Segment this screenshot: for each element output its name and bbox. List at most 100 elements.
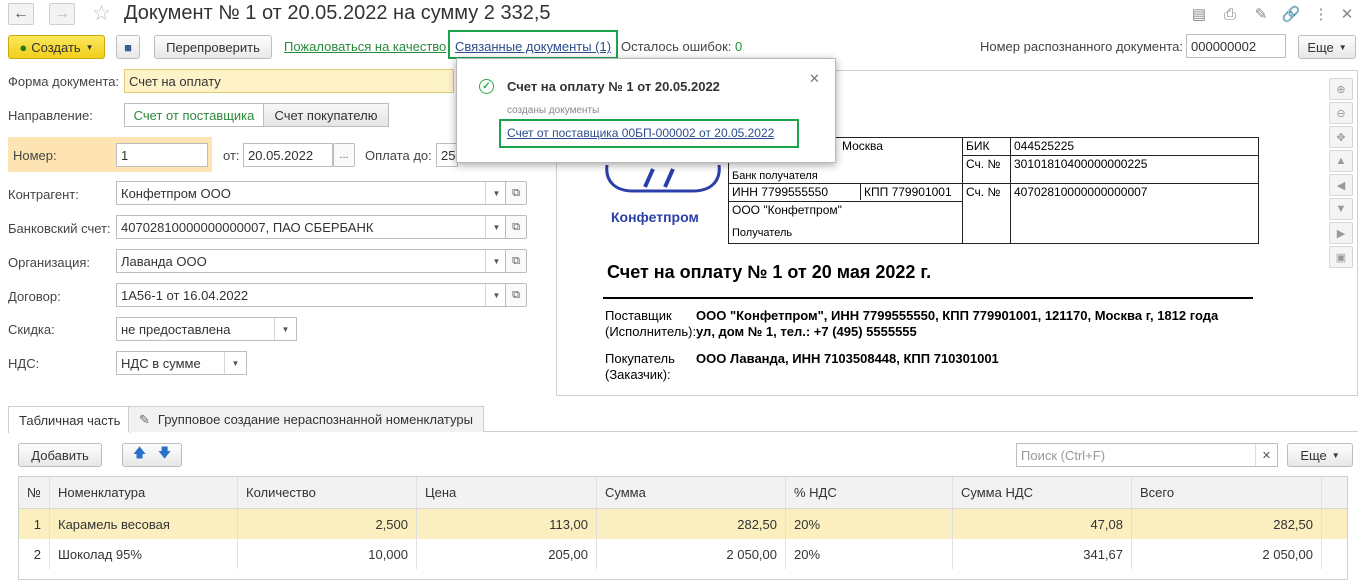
favorite-star-icon[interactable]: ☆ <box>92 1 111 26</box>
plus-icon: ● <box>19 39 28 55</box>
add-button[interactable]: Добавить <box>18 443 102 467</box>
doc-form-field[interactable]: Счет на оплату <box>124 69 454 93</box>
dir-from-supplier-button[interactable]: Счет от поставщика <box>124 103 264 127</box>
receiver-company: ООО "Конфетпром" <box>732 203 842 217</box>
cell-vat-rate: 20% <box>786 539 953 569</box>
counterparty-value: Конфетпром ООО <box>121 185 231 201</box>
open-link-icon: ⧉ <box>512 288 520 301</box>
edit-icon[interactable]: ✎ <box>1252 5 1270 23</box>
company-logo <box>605 164 721 193</box>
cell-number: 2 <box>19 539 50 569</box>
organization-open-button[interactable]: ⧉ <box>505 249 527 273</box>
col-header[interactable]: Цена <box>417 477 597 508</box>
tab-table-part[interactable]: Табличная часть <box>8 406 132 433</box>
search-placeholder: Поиск (Ctrl+F) <box>1021 447 1106 463</box>
cell-vat-rate: 20% <box>786 509 953 539</box>
cell-vat-sum: 47,08 <box>953 509 1132 539</box>
dir-to-buyer-button[interactable]: Счет покупателю <box>263 103 389 127</box>
errors-label: Осталось ошибок: 0 <box>621 39 742 54</box>
zoom-out-icon[interactable]: ⊖ <box>1329 102 1353 124</box>
col-header[interactable]: Номенклатура <box>50 477 238 508</box>
bank-account-field[interactable]: 40702810000000000007, ПАО СБЕРБАНК ▼ <box>116 215 508 239</box>
number-label: Номер: <box>13 148 57 163</box>
floppy-icon: ■ <box>124 39 132 55</box>
arrow-up-icon[interactable]: 🡅 <box>133 444 146 466</box>
print-icon[interactable]: ⎙ <box>1221 5 1239 23</box>
kpp-value: КПП 779901001 <box>864 185 952 199</box>
table-row[interactable]: 2 Шоколад 95% 10,000 205,00 2 050,00 20%… <box>19 539 1347 569</box>
col-header[interactable]: Количество <box>238 477 417 508</box>
zoom-in-icon[interactable]: ⊕ <box>1329 78 1353 100</box>
create-button[interactable]: ● Создать ▼ <box>8 35 105 59</box>
search-input[interactable]: Поиск (Ctrl+F) ✕ <box>1016 443 1278 467</box>
forward-button[interactable]: → <box>49 3 75 25</box>
recheck-button[interactable]: Перепроверить <box>154 35 272 59</box>
chevron-down-icon[interactable]: ▼ <box>224 352 246 374</box>
col-header[interactable]: Сумма НДС <box>953 477 1132 508</box>
popup-close-icon[interactable]: ✕ <box>809 71 820 87</box>
close-icon[interactable]: ✕ <box>1338 5 1356 23</box>
doc-form-label: Форма документа: <box>8 74 120 89</box>
arrow-down-icon[interactable]: 🡇 <box>158 444 171 466</box>
arrow-left-icon: ← <box>13 5 29 22</box>
arrow-right-icon: → <box>54 5 70 22</box>
table-row[interactable]: 1 Карамель весовая 2,500 113,00 282,50 2… <box>19 509 1347 539</box>
save-button[interactable]: ■ <box>116 35 140 59</box>
back-button[interactable]: ← <box>8 3 34 25</box>
bank-open-button[interactable]: ⧉ <box>505 215 527 239</box>
organization-field[interactable]: Лаванда ООО ▼ <box>116 249 508 273</box>
counterparty-open-button[interactable]: ⧉ <box>505 181 527 205</box>
number-field[interactable]: 1 <box>116 143 208 167</box>
contract-field[interactable]: 1А56-1 от 16.04.2022 ▼ <box>116 283 508 307</box>
related-docs-link[interactable]: Связанные документы (1) <box>455 39 611 54</box>
scroll-left-icon[interactable]: ◀ <box>1329 174 1353 196</box>
save-disk-icon[interactable]: ▤ <box>1190 5 1208 23</box>
vat-field[interactable]: НДС в сумме ▼ <box>116 351 247 375</box>
popup-subtitle: созданы документы <box>507 105 600 116</box>
cell-price: 113,00 <box>417 509 597 539</box>
more-label: Еще <box>1307 39 1334 55</box>
chevron-down-icon[interactable]: ▼ <box>485 250 507 272</box>
scroll-down-icon[interactable]: ▼ <box>1329 198 1353 220</box>
chevron-down-icon[interactable]: ▼ <box>485 284 507 306</box>
discount-field[interactable]: не предоставлена ▼ <box>116 317 297 341</box>
open-link-icon: ⧉ <box>512 186 520 199</box>
buyer-label: Покупатель (Заказчик): <box>605 351 675 382</box>
bik-value: 044525225 <box>1010 137 1259 156</box>
acc-value: 40702810000000000007 <box>1010 183 1259 244</box>
cell-vat-sum: 341,67 <box>953 539 1132 569</box>
created-document-link[interactable]: Счет от поставщика 00БП-000002 от 20.05.… <box>507 126 774 140</box>
chevron-down-icon[interactable]: ▼ <box>274 318 296 340</box>
col-header[interactable]: % НДС <box>786 477 953 508</box>
link-icon[interactable]: 🔗 <box>1282 5 1301 23</box>
complain-link[interactable]: Пожаловаться на качество <box>284 39 446 54</box>
table-more-button[interactable]: Еще ▼ <box>1287 443 1353 467</box>
col-header[interactable]: № <box>19 477 50 508</box>
date-field[interactable]: 20.05.2022 <box>243 143 333 167</box>
cell-sum: 2 050,00 <box>597 539 786 569</box>
check-circle-icon: ✓ <box>479 79 494 94</box>
chevron-down-icon[interactable]: ▼ <box>485 182 507 204</box>
scroll-up-icon[interactable]: ▲ <box>1329 150 1353 172</box>
more-button[interactable]: Еще ▼ <box>1298 35 1356 59</box>
recognized-number-label: Номер распознанного документа: <box>980 39 1183 54</box>
pay-until-field[interactable]: 25 <box>436 143 458 167</box>
heading-divider <box>603 297 1253 299</box>
tab-group-create[interactable]: ✎ Групповое создание нераспознанной номе… <box>128 406 484 432</box>
col-header[interactable]: Сумма <box>597 477 786 508</box>
clear-icon[interactable]: ✕ <box>1255 444 1277 466</box>
col-header[interactable]: Всего <box>1132 477 1322 508</box>
inn-value: ИНН 7799555550 <box>729 184 861 200</box>
move-icon[interactable]: ✥ <box>1329 126 1353 148</box>
open-link-icon: ⧉ <box>512 254 520 267</box>
scroll-right-icon[interactable]: ▶ <box>1329 222 1353 244</box>
date-picker-button[interactable]: ... <box>333 143 355 167</box>
recognized-number-field[interactable]: 000000002 <box>1186 34 1286 58</box>
chevron-down-icon[interactable]: ▼ <box>485 216 507 238</box>
more-vertical-icon[interactable]: ⋮ <box>1312 5 1330 23</box>
contract-open-button[interactable]: ⧉ <box>505 283 527 307</box>
cell-total: 2 050,00 <box>1132 539 1322 569</box>
counterparty-field[interactable]: Конфетпром ООО ▼ <box>116 181 508 205</box>
lock-icon[interactable]: ▣ <box>1329 246 1353 268</box>
open-link-icon: ⧉ <box>512 220 520 233</box>
